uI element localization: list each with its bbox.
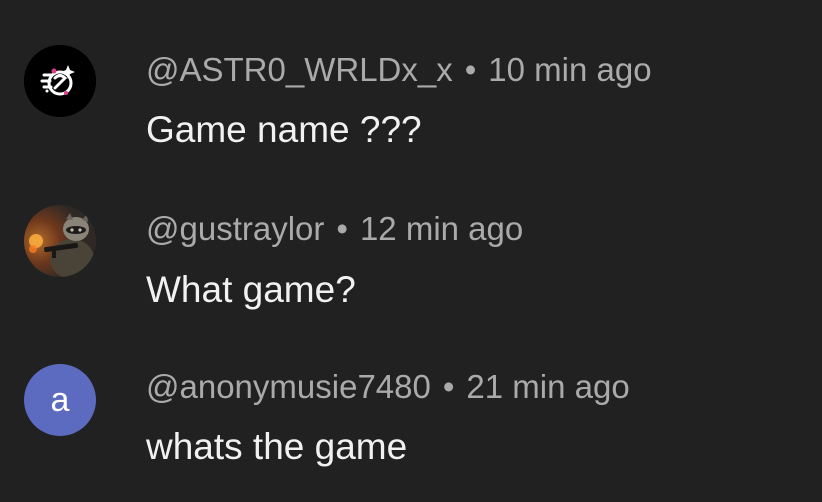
comment-timestamp[interactable]: 10 min ago — [488, 51, 651, 88]
meta-separator: • — [336, 210, 348, 247]
author-handle[interactable]: @anonymusie7480 — [146, 368, 431, 405]
comments-list: @ASTR0_WRLDx_x • 10 min ago Game name ??? — [0, 0, 822, 502]
comment-meta: @gustraylor • 12 min ago — [146, 209, 523, 249]
astro-logo-icon — [24, 45, 96, 117]
comment-meta: @ASTR0_WRLDx_x • 10 min ago — [146, 50, 652, 90]
comment-timestamp[interactable]: 21 min ago — [466, 368, 629, 405]
avatar[interactable] — [24, 45, 96, 117]
raccoon-soldier-photo — [24, 205, 96, 277]
avatar[interactable] — [24, 205, 96, 277]
meta-separator: • — [442, 368, 455, 405]
author-handle[interactable]: @ASTR0_WRLDx_x — [146, 51, 453, 88]
comment-text: What game? — [146, 269, 356, 310]
comment-meta: @anonymusie7480 • 21 min ago — [146, 367, 630, 407]
meta-separator: • — [464, 51, 477, 88]
comment-text: whats the game — [146, 426, 408, 467]
comment-item: a @anonymusie7480 • 21 min ago whats the g… — [0, 330, 822, 502]
comment-item: @ASTR0_WRLDx_x • 10 min ago Game name ??? — [0, 0, 822, 160]
avatar-letter: a — [50, 380, 70, 419]
avatar[interactable]: a — [24, 364, 96, 436]
comment-text: Game name ??? — [146, 109, 422, 150]
author-handle[interactable]: @gustraylor — [146, 210, 324, 247]
comment-timestamp[interactable]: 12 min ago — [360, 210, 523, 247]
comment-item: @gustraylor • 12 min ago What game? — [0, 160, 822, 330]
